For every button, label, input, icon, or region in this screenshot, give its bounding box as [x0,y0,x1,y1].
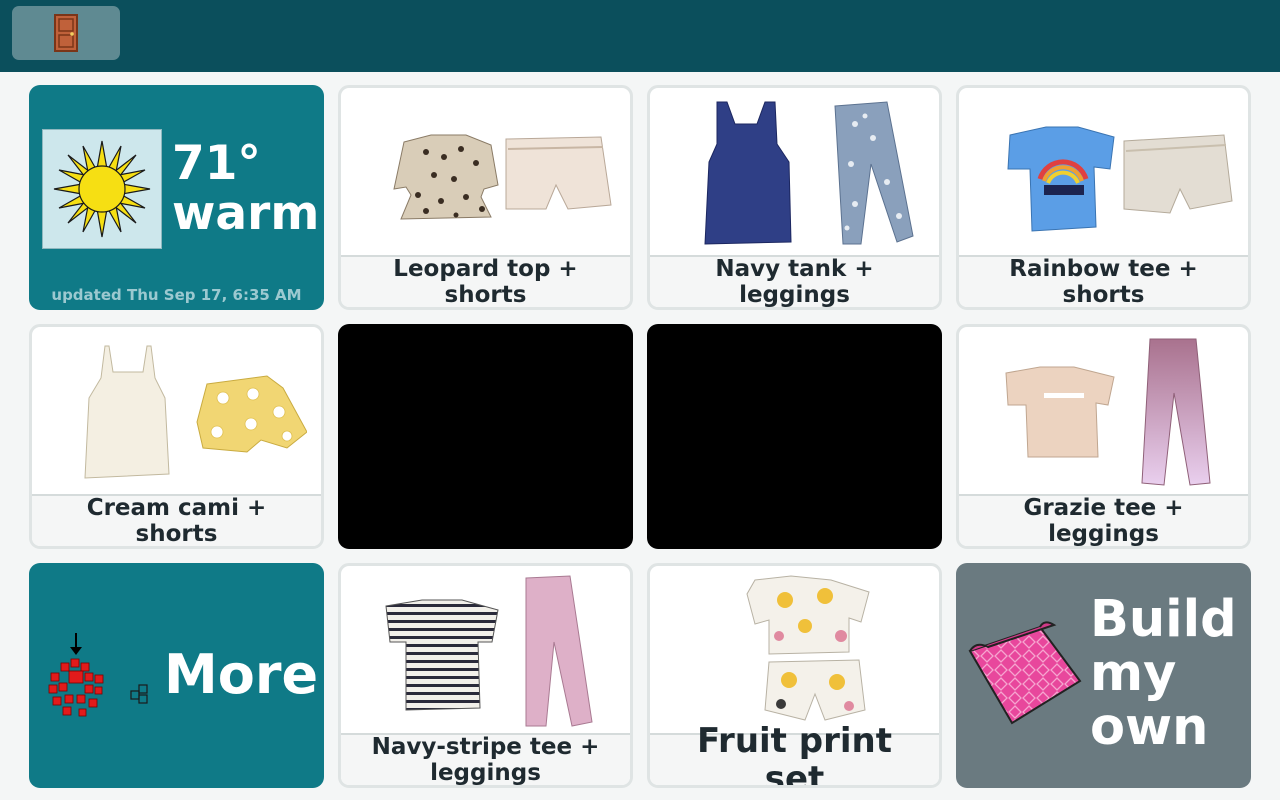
weather-updated-time: updated Thu Sep 17, 6:35 AM [51,286,302,304]
outfit-photo [650,88,939,255]
outfit-photo [32,327,321,494]
outfit-card-navy-stripe-tee[interactable]: Navy-stripe tee + leggings [338,563,633,788]
exit-button[interactable] [12,6,120,60]
outfit-photo [650,566,939,733]
sun-icon [53,140,151,238]
outfit-photo [341,566,630,733]
outfit-photo [959,327,1248,494]
outfit-label: Navy-stripe tee + leggings [341,733,630,785]
more-button[interactable]: More [29,563,324,788]
outfit-label: Rainbow tee + shorts [959,255,1248,307]
outfit-card-navy-tank[interactable]: Navy tank + leggings [647,85,942,310]
door-icon [54,14,78,52]
outfit-card-cream-cami[interactable]: Cream cami + shorts [29,324,324,549]
outfit-label: Fruit print set [650,722,939,785]
outfit-photo [341,88,630,255]
outfit-label: Leopard top + shorts [341,255,630,307]
outfit-card-leopard[interactable]: Leopard top + shorts [338,85,633,310]
weather-icon-box [42,129,162,249]
weather-condition: warm [172,186,320,241]
fabric-icon [968,621,1082,725]
build-my-own-button[interactable]: Build my own [956,563,1251,788]
video-placeholder [338,324,633,549]
outfit-card-fruit-print-set[interactable]: Fruit print set [647,563,942,788]
weather-tile: 71° warm updated Thu Sep 17, 6:35 AM [29,85,324,310]
outfit-photo [959,88,1248,255]
outfit-label: Navy tank + leggings [650,255,939,307]
outfit-card-grazie-tee[interactable]: Grazie tee + leggings [956,324,1251,549]
video-placeholder [647,324,942,549]
weather-temperature: 71° [172,136,261,191]
outfit-label: Grazie tee + leggings [959,494,1248,546]
more-label: More [164,643,319,706]
outfit-card-rainbow-tee[interactable]: Rainbow tee + shorts [956,85,1251,310]
build-my-own-label: Build my own [1090,590,1237,757]
top-bar [0,0,1280,72]
outfit-label: Cream cami + shorts [32,494,321,546]
dots-grid-icon [48,633,148,717]
